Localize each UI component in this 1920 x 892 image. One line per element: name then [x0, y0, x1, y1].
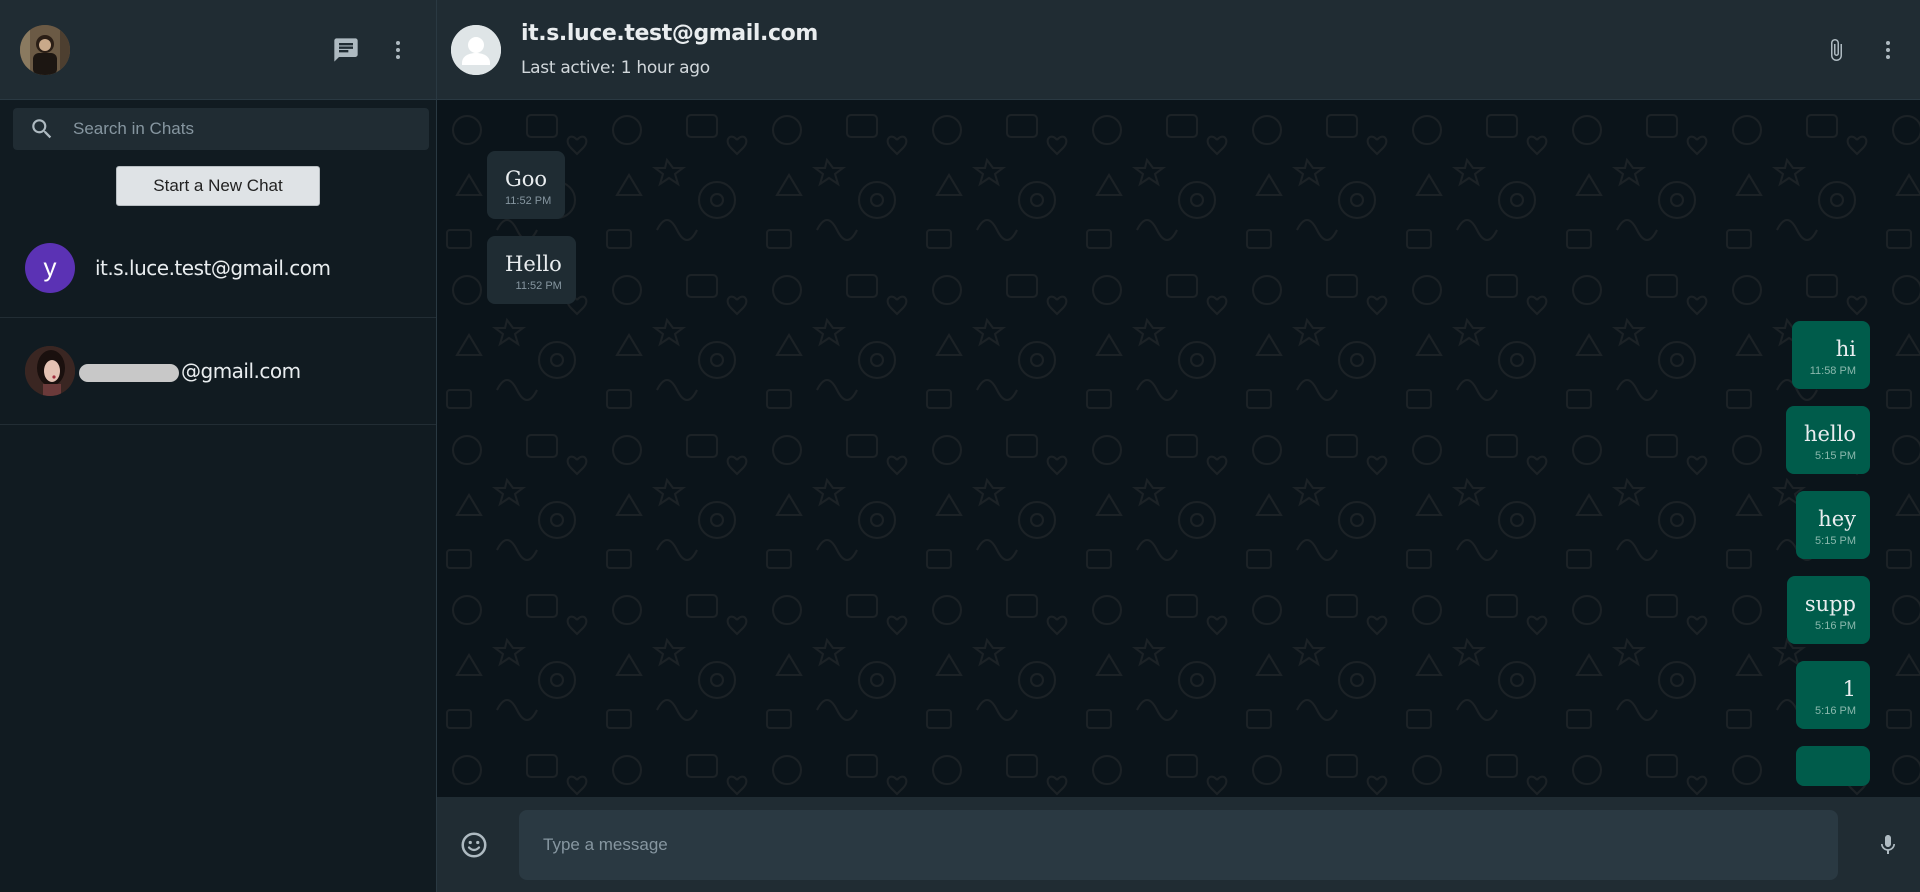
message-text: Hello — [505, 252, 562, 276]
message-bubble-outgoing[interactable]: 1 5:16 PM — [1796, 661, 1870, 729]
message-text: hello — [1803, 422, 1856, 446]
last-active-status: Last active: 1 hour ago — [521, 58, 710, 78]
conversation-panel: it.s.luce.test@gmail.com Last active: 1 … — [437, 0, 1920, 892]
message-text: Goo — [505, 167, 548, 191]
start-new-chat-button[interactable]: Start a New Chat — [116, 166, 320, 206]
contact-default-avatar[interactable] — [451, 24, 501, 75]
message-text: 1 — [1842, 677, 1856, 701]
sidebar-actions — [332, 36, 410, 64]
message-time: 5:15 PM — [1815, 535, 1856, 547]
message-text: supp — [1804, 592, 1856, 616]
message-area[interactable]: Goo 11:52 PM Hello 11:52 PM hi 11:58 PM … — [437, 100, 1920, 797]
search-icon — [29, 116, 55, 142]
message-bubble-incoming[interactable]: Hello 11:52 PM — [487, 236, 576, 304]
message-time: 11:52 PM — [505, 195, 552, 207]
chat-list: y it.s.luce.test@gmail.com @gmail.com — [0, 218, 436, 892]
message-time: 11:58 PM — [1809, 365, 1856, 377]
search-container — [0, 100, 436, 150]
app-root: Start a New Chat y it.s.luce.test@gmail.… — [0, 0, 1920, 892]
chat-contact-email-domain: @gmail.com — [181, 359, 301, 383]
new-chat-container: Start a New Chat — [0, 150, 436, 218]
message-bubble-outgoing[interactable]: supp 5:16 PM — [1786, 576, 1870, 644]
conversation-actions — [1824, 35, 1900, 65]
emoji-icon[interactable] — [459, 830, 489, 860]
message-time: 11:52 PM — [515, 280, 562, 292]
contact-letter-avatar: y — [25, 242, 75, 293]
my-profile-avatar[interactable] — [20, 24, 70, 75]
chat-contact-name: @gmail.com — [79, 359, 301, 383]
message-bubble-outgoing[interactable]: hi 11:58 PM — [1791, 321, 1870, 389]
redacted-text — [79, 363, 179, 382]
message-bubble-outgoing[interactable]: hello 5:15 PM — [1785, 406, 1870, 474]
mic-icon[interactable] — [1876, 831, 1900, 859]
paperclip-icon[interactable] — [1824, 35, 1848, 65]
menu-icon[interactable] — [1876, 38, 1900, 62]
message-time: 5:15 PM — [1815, 450, 1856, 462]
contact-info[interactable]: it.s.luce.test@gmail.com Last active: 1 … — [521, 21, 1824, 78]
search-bar — [13, 108, 429, 150]
search-input[interactable] — [73, 119, 413, 139]
message-input[interactable] — [519, 809, 1838, 880]
chat-list-item[interactable]: y it.s.luce.test@gmail.com — [0, 218, 436, 318]
message-bubble-outgoing-partial[interactable] — [1796, 746, 1870, 786]
chat-contact-name: it.s.luce.test@gmail.com — [95, 255, 331, 280]
contact-photo-avatar — [25, 346, 75, 396]
message-bubble-outgoing[interactable]: hey 5:15 PM — [1796, 491, 1870, 559]
message-time: 5:16 PM — [1815, 620, 1856, 632]
message-bubble-incoming[interactable]: Goo 11:52 PM — [487, 151, 566, 219]
message-text: hi — [1835, 337, 1856, 361]
message-text: hey — [1818, 507, 1856, 531]
message-list: Goo 11:52 PM Hello 11:52 PM hi 11:58 PM … — [437, 100, 1920, 786]
conversation-header: it.s.luce.test@gmail.com Last active: 1 … — [437, 0, 1920, 100]
message-time: 5:16 PM — [1815, 705, 1856, 717]
message-composer — [437, 797, 1920, 892]
sidebar: Start a New Chat y it.s.luce.test@gmail.… — [0, 0, 437, 892]
sidebar-header — [0, 0, 436, 100]
contact-name: it.s.luce.test@gmail.com — [521, 21, 818, 46]
chat-list-item[interactable]: @gmail.com — [0, 318, 436, 425]
new-chat-icon[interactable] — [332, 36, 360, 64]
menu-icon[interactable] — [386, 38, 410, 62]
